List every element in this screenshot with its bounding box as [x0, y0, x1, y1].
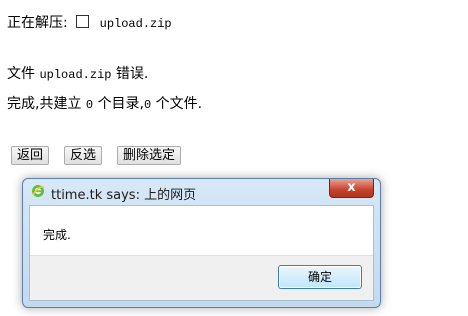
ok-button[interactable]: 确定: [278, 265, 362, 289]
browser-icon: [32, 185, 45, 197]
dir-count: 0: [85, 98, 94, 112]
extracting-filename: upload.zip: [99, 17, 172, 31]
error-line: 文件 upload.zip 错误.: [7, 63, 148, 83]
summary-prefix: 完成,共建立: [7, 96, 82, 112]
dialog-footer: 确定: [30, 255, 373, 300]
invert-selection-button[interactable]: 反选: [64, 146, 103, 165]
dialog-message: 完成.: [43, 228, 71, 242]
back-button[interactable]: 返回: [11, 146, 50, 165]
error-filename: upload.zip: [39, 68, 112, 82]
file-checkbox[interactable]: [76, 15, 90, 28]
file-count: 0: [144, 98, 152, 112]
extracting-label: 正在解压:: [7, 15, 68, 31]
page: 正在解压: upload.zip 文件 upload.zip 错误. 完成,共建…: [0, 0, 468, 316]
file-unit: 个文件.: [155, 96, 203, 112]
dir-unit: 个目录,: [97, 96, 145, 112]
close-button[interactable]: x: [329, 179, 374, 198]
alert-dialog: ttime.tk says: 上的网页 x 完成. 确定: [22, 178, 381, 308]
error-suffix: 错误.: [115, 66, 149, 82]
dialog-body: 完成. 确定: [29, 205, 374, 301]
error-prefix: 文件: [7, 66, 35, 82]
summary-line: 完成,共建立 0 个目录,0 个文件.: [7, 93, 202, 113]
dialog-title: ttime.tk says: 上的网页: [51, 188, 197, 203]
extracting-line: 正在解压: upload.zip: [7, 12, 172, 32]
close-icon: x: [347, 180, 356, 195]
delete-selected-button[interactable]: 删除选定: [117, 146, 182, 165]
